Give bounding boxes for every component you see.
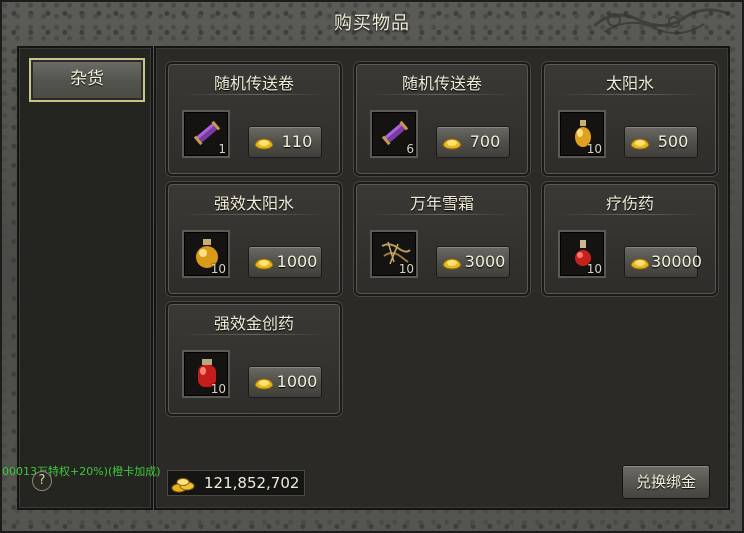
divider <box>370 94 514 95</box>
item-card[interactable]: 太阳水 10 500 <box>542 62 718 176</box>
privilege-status-text: 00013万特权+20%)(橙卡加成) <box>2 465 161 478</box>
gold-balance-value: 121,852,702 <box>204 474 300 492</box>
price-value: 1000 <box>276 372 318 391</box>
item-name: 疗伤药 <box>605 194 654 213</box>
item-grid-panel: 随机传送卷 1 110 随机传送卷 6 700 太阳水 10 500 强效太阳水… <box>154 46 730 510</box>
divider <box>558 94 702 95</box>
item-quantity: 6 <box>406 142 414 156</box>
item-slot[interactable]: 10 <box>370 230 418 278</box>
buy-price-button[interactable]: 3000 <box>436 246 510 278</box>
gold-pile-icon <box>171 478 195 493</box>
buy-price-button[interactable]: 500 <box>624 126 698 158</box>
buy-price-button[interactable]: 30000 <box>624 246 702 278</box>
gold-ingot-icon <box>254 378 274 390</box>
divider <box>558 214 702 215</box>
buy-price-button[interactable]: 1000 <box>248 366 322 398</box>
item-name: 强效太阳水 <box>213 194 294 213</box>
divider <box>370 214 514 215</box>
item-card[interactable]: 随机传送卷 1 110 <box>166 62 342 176</box>
item-name: 太阳水 <box>605 74 654 93</box>
gold-ingot-icon <box>442 138 462 150</box>
category-tab-groceries[interactable]: 杂货 <box>29 58 145 102</box>
buy-price-button[interactable]: 700 <box>436 126 510 158</box>
item-quantity: 10 <box>586 262 602 276</box>
item-slot[interactable]: 10 <box>558 110 606 158</box>
price-value: 500 <box>657 132 689 151</box>
item-slot[interactable]: 10 <box>558 230 606 278</box>
redeem-bound-gold-button[interactable]: 兑换绑金 <box>622 465 710 499</box>
item-card[interactable]: 强效太阳水 10 1000 <box>166 182 342 296</box>
price-value: 700 <box>469 132 501 151</box>
item-card[interactable]: 疗伤药 10 30000 <box>542 182 718 296</box>
gold-ingot-icon <box>254 138 274 150</box>
item-quantity: 10 <box>210 382 226 396</box>
ornament-icon <box>592 8 730 35</box>
gold-ingot-icon <box>630 138 650 150</box>
buy-price-button[interactable]: 1000 <box>248 246 322 278</box>
item-slot[interactable]: 6 <box>370 110 418 158</box>
item-slot[interactable]: 1 <box>182 110 230 158</box>
item-name: 万年雪霜 <box>409 194 474 213</box>
shop-window: 购买物品 杂货 随机传送卷 1 110 随机传送卷 6 700 太阳水 10 5… <box>0 0 744 533</box>
help-icon[interactable]: ? <box>32 471 52 491</box>
item-quantity: 10 <box>586 142 602 156</box>
divider <box>182 334 326 335</box>
item-card[interactable]: 万年雪霜 10 3000 <box>354 182 530 296</box>
item-name: 随机传送卷 <box>401 74 482 93</box>
gold-ingot-icon <box>254 258 274 270</box>
divider <box>182 94 326 95</box>
item-name: 强效金创药 <box>213 314 294 333</box>
item-name: 随机传送卷 <box>213 74 294 93</box>
price-value: 1000 <box>276 252 318 271</box>
divider <box>182 214 326 215</box>
item-card[interactable]: 随机传送卷 6 700 <box>354 62 530 176</box>
gold-balance: 121,852,702 <box>167 470 305 496</box>
window-title: 购买物品 <box>334 13 410 34</box>
category-sidebar: 杂货 <box>17 46 153 510</box>
price-value: 30000 <box>651 252 702 271</box>
item-card[interactable]: 强效金创药 10 1000 <box>166 302 342 416</box>
gold-ingot-icon <box>630 258 650 270</box>
buy-price-button[interactable]: 110 <box>248 126 322 158</box>
item-quantity: 10 <box>398 262 414 276</box>
price-value: 3000 <box>464 252 506 271</box>
item-quantity: 10 <box>210 262 226 276</box>
item-quantity: 1 <box>218 142 226 156</box>
price-value: 110 <box>281 132 313 151</box>
item-slot[interactable]: 10 <box>182 350 230 398</box>
gold-ingot-icon <box>442 258 462 270</box>
item-slot[interactable]: 10 <box>182 230 230 278</box>
